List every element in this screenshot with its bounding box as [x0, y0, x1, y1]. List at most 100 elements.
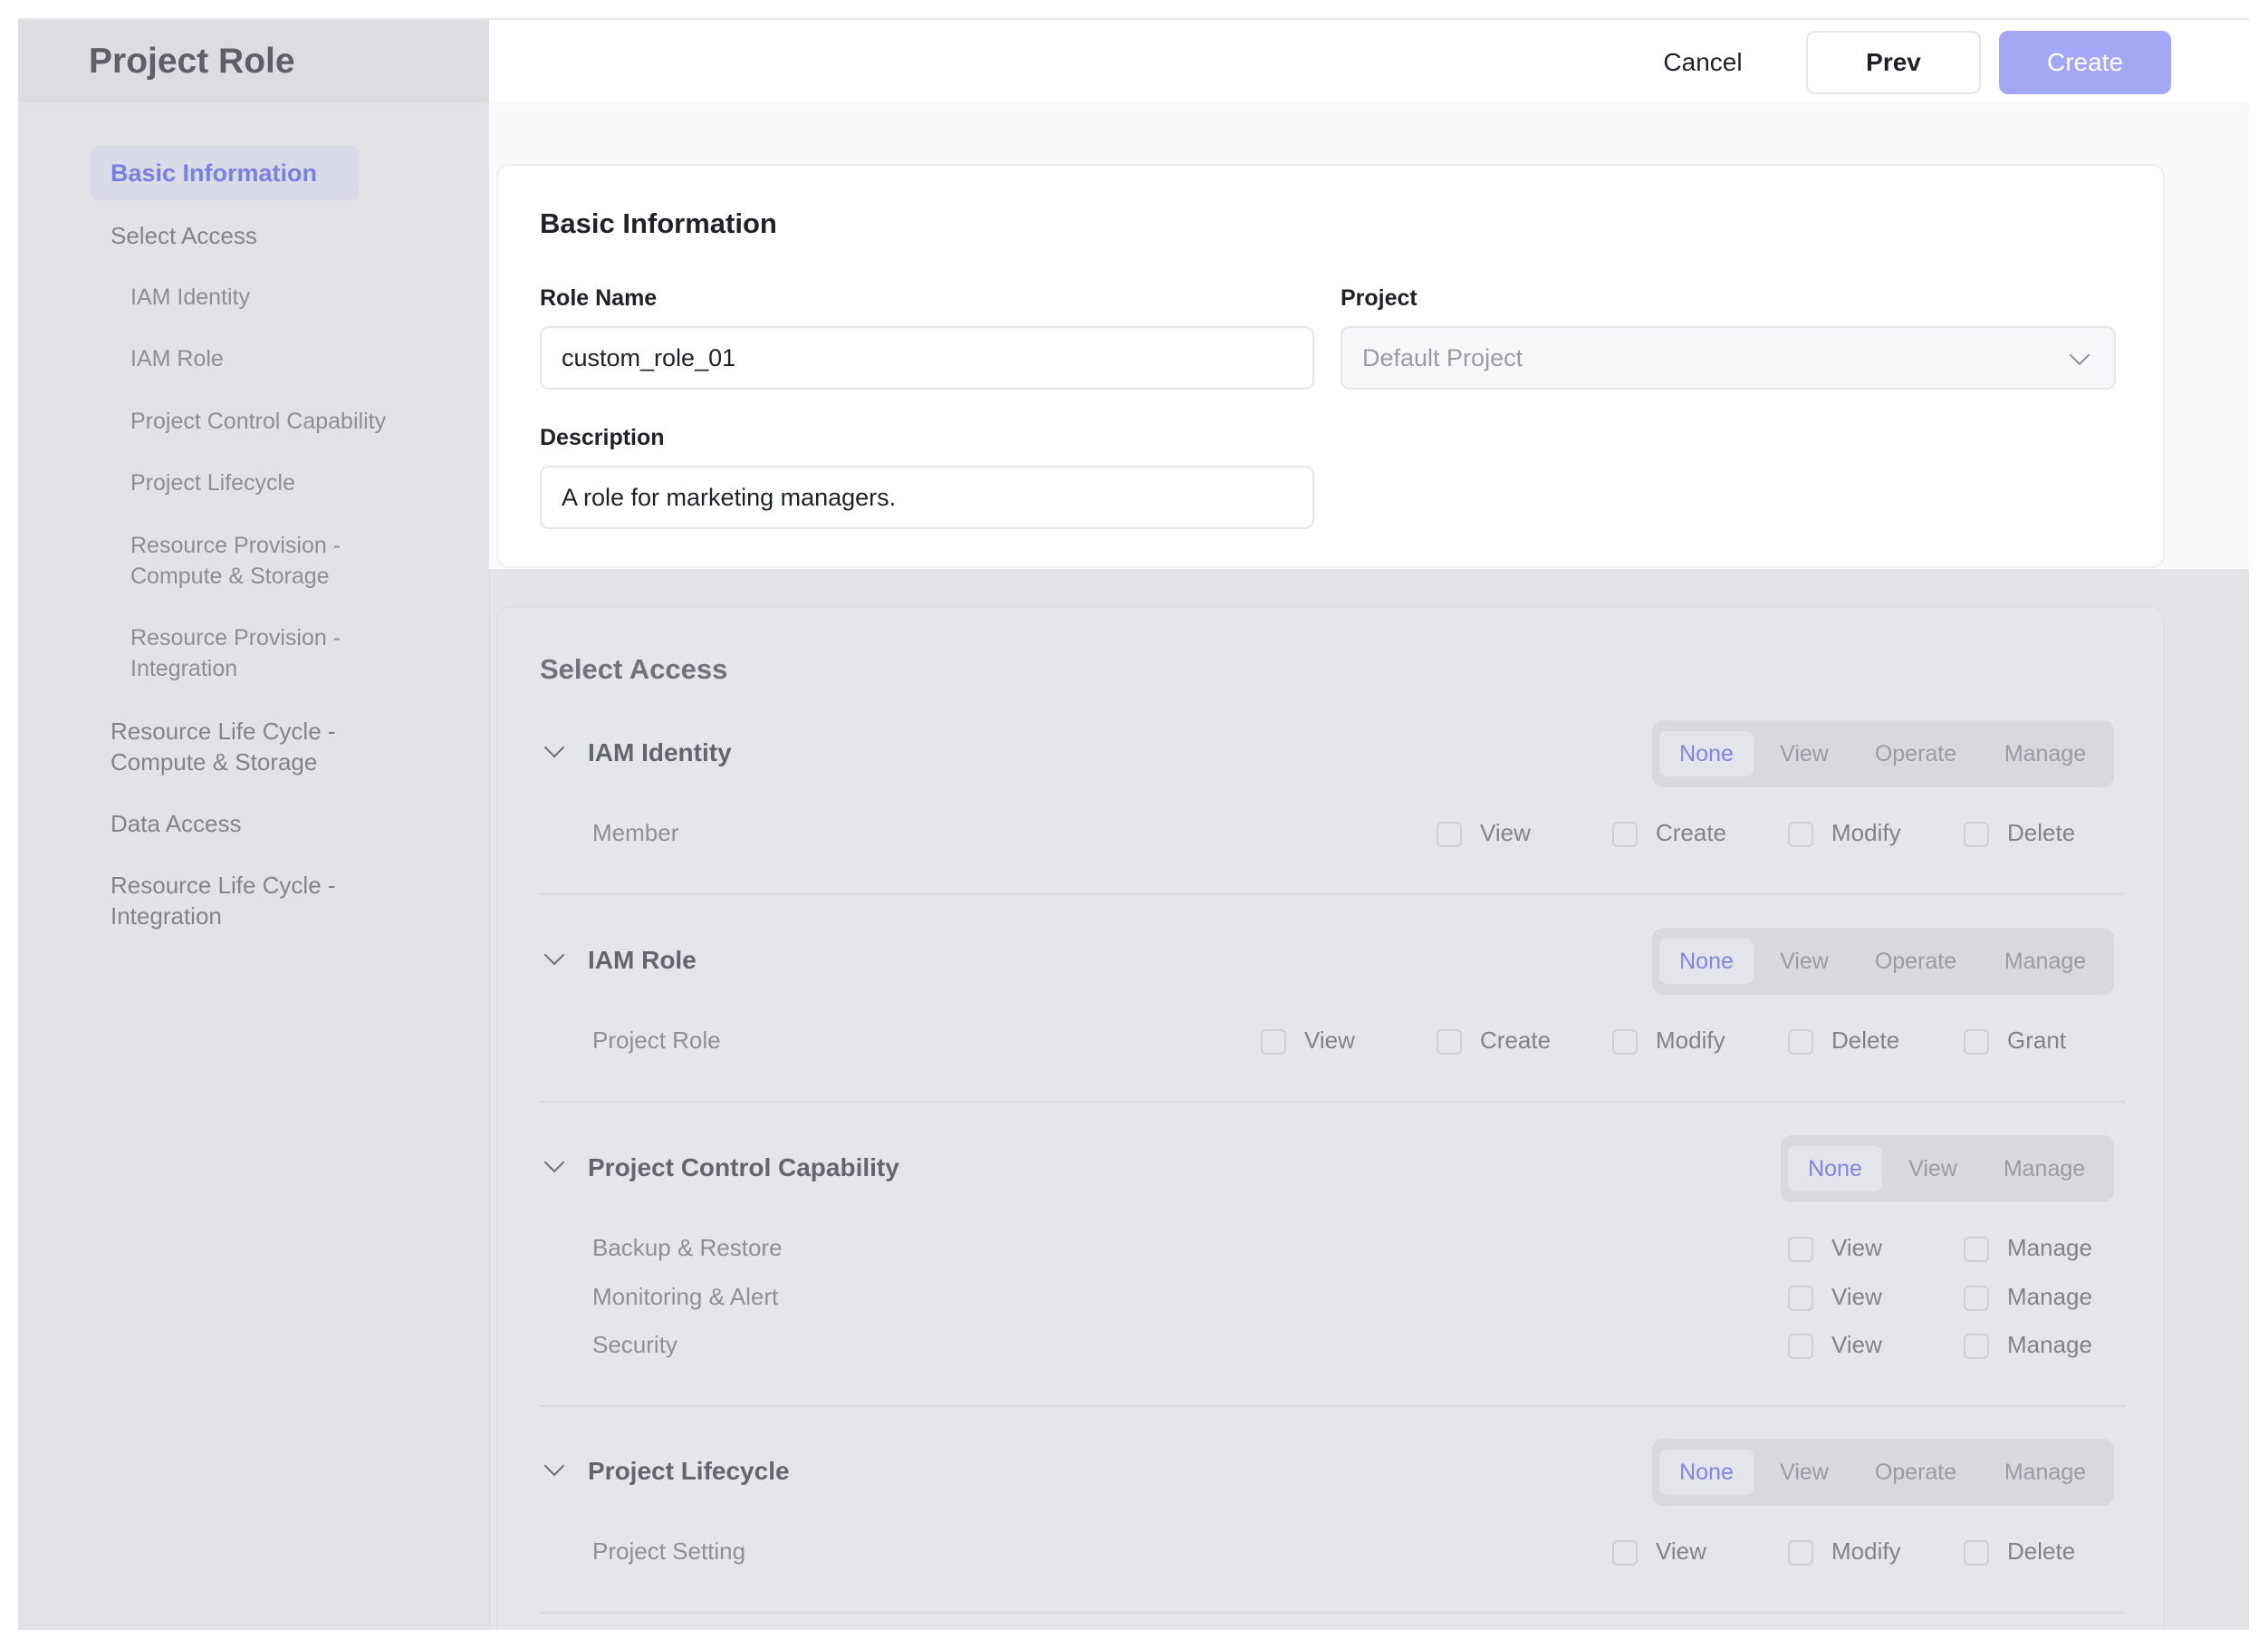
role-name-value: custom_role_01: [562, 343, 736, 371]
level-option-none[interactable]: None: [1659, 939, 1754, 984]
prev-button[interactable]: Prev: [1806, 31, 1981, 94]
chevron-down-icon[interactable]: [543, 1455, 565, 1477]
access-level-selector: None View Operate Manage: [1652, 1439, 2114, 1506]
checkbox[interactable]: [1788, 1540, 1813, 1566]
level-option-none[interactable]: None: [1659, 1450, 1754, 1495]
checkbox[interactable]: [1964, 1540, 1989, 1566]
section-header[interactable]: Project Lifecycle None View Operate Mana…: [540, 1439, 2125, 1506]
checkbox-label: Manage: [2007, 1331, 2092, 1358]
section-title: Project Lifecycle: [588, 1457, 790, 1485]
level-option-view[interactable]: View: [1763, 731, 1846, 776]
checkbox[interactable]: [1788, 822, 1813, 847]
main-content: Basic Information Role Name custom_role_…: [489, 102, 2249, 1630]
project-label: Project: [1341, 285, 1418, 311]
access-level-selector: None View Operate Manage: [1652, 928, 2114, 995]
permission-label: Monitoring & Alert: [592, 1283, 779, 1310]
level-option-view[interactable]: View: [1763, 939, 1846, 984]
level-option-operate[interactable]: Operate: [1857, 731, 1975, 776]
level-option-manage[interactable]: Manage: [1987, 731, 2103, 776]
access-level-selector: None View Operate Manage: [1652, 720, 2114, 787]
checkbox[interactable]: [1437, 1029, 1462, 1055]
level-option-manage[interactable]: Manage: [1987, 939, 2103, 984]
sidebar-item-data-access[interactable]: Data Access: [111, 808, 242, 839]
checkbox-label: Delete: [2007, 1537, 2076, 1565]
checkbox[interactable]: [1612, 822, 1638, 847]
level-option-none[interactable]: None: [1788, 1146, 1882, 1191]
sidebar: Project Role Basic Information Select Ac…: [18, 18, 490, 1630]
sidebar-item-label: Compute & Storage: [130, 564, 330, 589]
checkbox-label: Manage: [2007, 1283, 2092, 1310]
sidebar-item-label: Compute & Storage: [111, 748, 318, 776]
section-title: IAM Identity: [588, 738, 732, 766]
level-option-manage[interactable]: Manage: [1985, 1146, 2103, 1191]
chevron-down-icon[interactable]: [543, 1152, 565, 1173]
role-name-label: Role Name: [540, 285, 658, 311]
chevron-down-icon[interactable]: [543, 737, 565, 758]
sidebar-header: Project Role: [18, 18, 489, 102]
checkbox[interactable]: [1261, 1029, 1286, 1055]
sidebar-item-select-access[interactable]: Select Access: [111, 220, 257, 251]
sidebar-item-project-control-capability[interactable]: Project Control Capability: [130, 406, 386, 437]
checkbox[interactable]: [1964, 1286, 1989, 1311]
basic-information-title: Basic Information: [540, 207, 777, 239]
checkbox-label: View: [1831, 1283, 1882, 1310]
cancel-button[interactable]: Cancel: [1630, 31, 1775, 94]
sidebar-item-iam-identity[interactable]: IAM Identity: [130, 282, 250, 313]
checkbox-label: Modify: [1831, 1537, 1901, 1565]
checkbox[interactable]: [1788, 1334, 1813, 1359]
level-option-view[interactable]: View: [1891, 1146, 1975, 1191]
sidebar-item-basic-information[interactable]: Basic Information: [91, 146, 359, 200]
checkbox[interactable]: [1788, 1237, 1813, 1262]
permission-row: Member View Create Modify Delete: [540, 817, 2125, 853]
section-divider: [540, 1101, 2125, 1103]
checkbox[interactable]: [1788, 1029, 1813, 1055]
checkbox[interactable]: [1964, 1029, 1989, 1055]
sidebar-item-label: Integration: [111, 902, 222, 930]
checkbox[interactable]: [1788, 1286, 1813, 1311]
create-button[interactable]: Create: [1999, 31, 2171, 94]
checkbox-label: View: [1480, 819, 1531, 846]
role-name-input[interactable]: custom_role_01: [540, 326, 1314, 390]
description-label: Description: [540, 425, 665, 450]
section-divider: [540, 893, 2125, 895]
access-level-selector: None View Manage: [1781, 1135, 2114, 1202]
level-option-operate[interactable]: Operate: [1857, 939, 1975, 984]
section-title: Project Control Capability: [588, 1153, 899, 1181]
checkbox[interactable]: [1437, 822, 1462, 847]
checkbox-label: Grant: [2007, 1026, 2067, 1054]
level-option-none[interactable]: None: [1659, 731, 1754, 776]
section-title: IAM Role: [588, 946, 697, 974]
section-header[interactable]: IAM Role None View Operate Manage: [540, 928, 2125, 995]
page-title: Project Role: [89, 42, 295, 81]
sidebar-item-iam-role[interactable]: IAM Role: [130, 343, 224, 374]
permission-row: Monitoring & Alert View Manage: [540, 1281, 2125, 1317]
description-input[interactable]: A role for marketing managers.: [540, 466, 1314, 529]
top-toolbar: Cancel Prev Create: [489, 18, 2249, 103]
project-select[interactable]: Default Project: [1341, 326, 2116, 390]
permission-label: Security: [592, 1331, 678, 1358]
sidebar-item-label: Resource Provision -: [130, 625, 341, 651]
level-option-manage[interactable]: Manage: [1987, 1450, 2103, 1495]
checkbox[interactable]: [1612, 1029, 1638, 1055]
checkbox-label: Modify: [1656, 1026, 1725, 1054]
section-header[interactable]: IAM Identity None View Operate Manage: [540, 720, 2125, 787]
level-option-operate[interactable]: Operate: [1857, 1450, 1975, 1495]
level-option-view[interactable]: View: [1763, 1450, 1846, 1495]
sidebar-item-label: Integration: [130, 656, 238, 681]
permission-label: Member: [592, 819, 679, 846]
permission-row: Security View Manage: [540, 1329, 2125, 1365]
select-access-card: Select Access IAM Identity None View Ope…: [496, 606, 2165, 1630]
checkbox-label: Create: [1480, 1026, 1552, 1054]
checkbox-label: Create: [1656, 819, 1727, 846]
app-window: Project Role Basic Information Select Ac…: [18, 18, 2249, 1630]
sidebar-item-project-lifecycle[interactable]: Project Lifecycle: [130, 467, 295, 498]
checkbox-label: Manage: [2007, 1234, 2092, 1261]
section-header[interactable]: Project Control Capability None View Man…: [540, 1135, 2125, 1202]
chevron-down-icon[interactable]: [543, 944, 565, 966]
description-value: A role for marketing managers.: [562, 483, 897, 511]
checkbox[interactable]: [1964, 1237, 1989, 1262]
checkbox[interactable]: [1612, 1540, 1638, 1566]
checkbox[interactable]: [1964, 1334, 1989, 1359]
sidebar-item-label: Resource Life Cycle -: [111, 718, 336, 745]
checkbox[interactable]: [1964, 822, 1989, 847]
